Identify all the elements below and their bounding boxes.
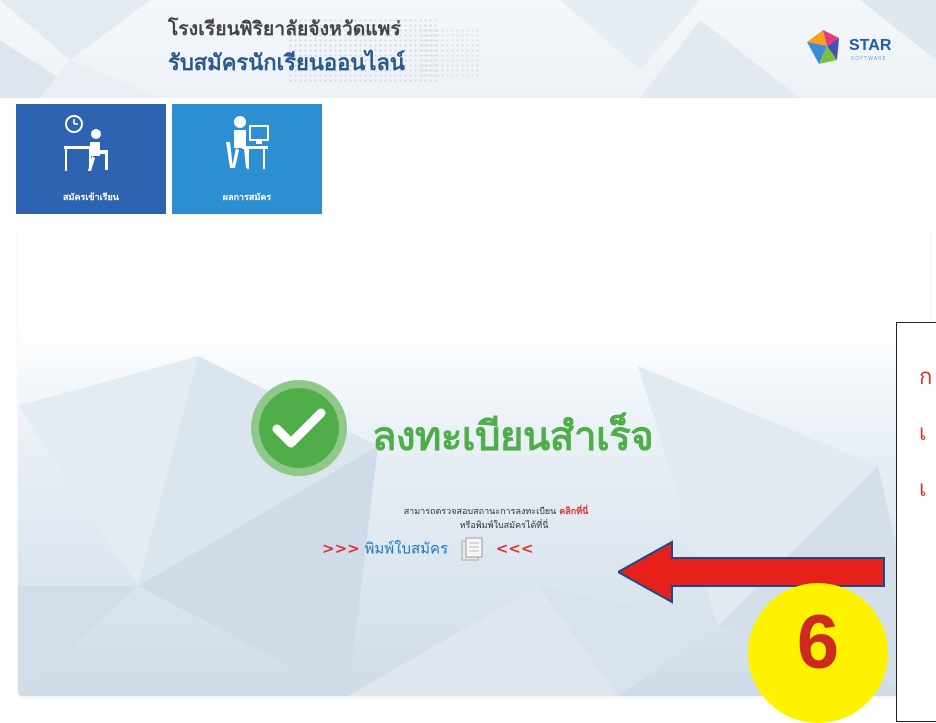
callout-line-3: เ bbox=[919, 476, 927, 501]
clock-desk-icon bbox=[64, 115, 108, 171]
arrows-right: <<< bbox=[495, 539, 534, 558]
star-software-logo[interactable]: STAR SOFTWARE bbox=[797, 24, 915, 74]
arrows-left: >>> bbox=[322, 539, 360, 558]
header-banner: โรงเรียนพิริยาลัยจังหวัดแพร่ รับสมัครนัก… bbox=[0, 0, 936, 98]
logo-text: STAR bbox=[849, 37, 892, 54]
callout-line-1: ก bbox=[919, 364, 933, 389]
step-badge: 6 bbox=[748, 583, 888, 723]
success-block: ลงทะเบียนสำเร็จ bbox=[239, 374, 654, 484]
check-status-line: สามารถตรวจสอบสถานะการลงทะเบียน คลิกที่นี… bbox=[18, 504, 930, 518]
school-name: โรงเรียนพิริยาลัยจังหวัดแพร่ bbox=[168, 18, 401, 40]
site-title: รับสมัครนักเรียนออนไลน์ bbox=[168, 51, 405, 76]
check-status-link[interactable]: คลิกที่นี่ bbox=[559, 507, 588, 517]
print-hint: หรือพิมพ์ใบสมัครได้ที่นี่ bbox=[459, 521, 549, 531]
document-icon[interactable] bbox=[459, 536, 485, 562]
menu-tile-apply-label: สมัครเข้าเรียน bbox=[63, 193, 119, 203]
logo-subtext: SOFTWARE bbox=[851, 56, 887, 62]
menu-tile-apply[interactable]: สมัครเข้าเรียน bbox=[16, 104, 166, 214]
step-number: 6 bbox=[796, 600, 840, 685]
menu-tile-results[interactable]: ผลการสมัคร bbox=[172, 104, 322, 214]
annotation-callout: ก เ เ bbox=[896, 322, 936, 722]
menu-tile-results-label: ผลการสมัคร bbox=[222, 193, 272, 203]
person-computer-icon bbox=[226, 116, 269, 169]
print-row: >>> พิมพ์ใบสมัคร <<< bbox=[322, 536, 533, 562]
success-title: ลงทะเบียนสำเร็จ bbox=[372, 414, 654, 460]
dot-pattern bbox=[420, 28, 480, 78]
logo-icon bbox=[807, 30, 839, 64]
check-circle-icon bbox=[251, 380, 347, 476]
callout-line-2: เ bbox=[919, 420, 927, 445]
print-application-link[interactable]: พิมพ์ใบสมัคร bbox=[365, 540, 449, 558]
check-status-text: สามารถตรวจสอบสถานะการลงทะเบียน bbox=[403, 507, 557, 517]
